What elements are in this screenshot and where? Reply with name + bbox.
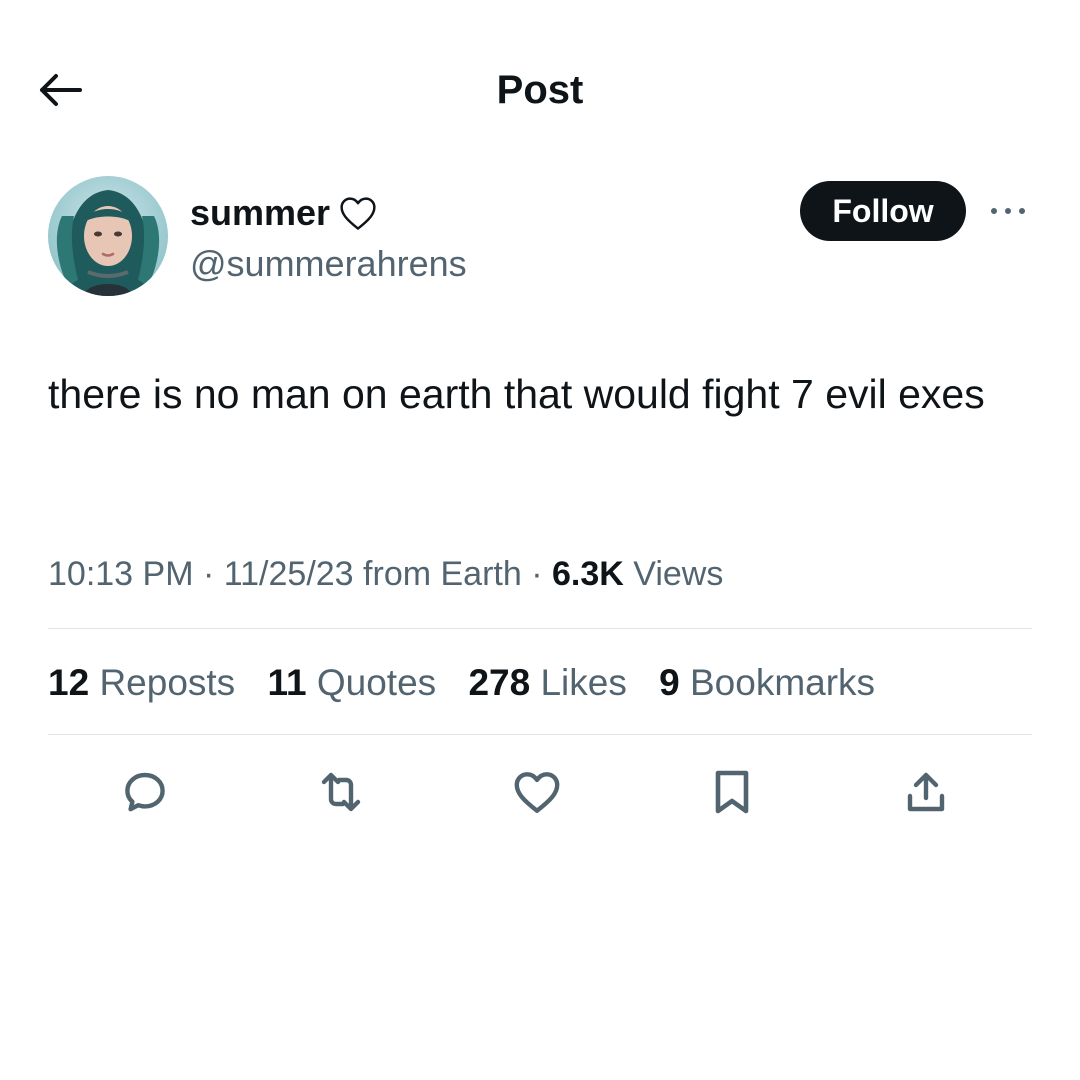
stat-count: 11 xyxy=(267,662,307,703)
repost-icon xyxy=(315,768,367,816)
stat-reposts[interactable]: 12 Reposts xyxy=(48,662,235,703)
follow-button[interactable]: Follow xyxy=(800,181,966,241)
more-options-button[interactable] xyxy=(986,196,1030,226)
bookmark-button[interactable] xyxy=(704,764,760,820)
heart-outline-icon xyxy=(338,195,378,231)
engagement-stats: 12 Reposts 11 Quotes 278 Likes 9 Bookmar… xyxy=(48,658,897,708)
stat-label: Bookmarks xyxy=(689,662,876,703)
share-icon xyxy=(902,768,950,816)
share-button[interactable] xyxy=(898,764,954,820)
stat-likes[interactable]: 278 Likes xyxy=(468,662,626,703)
author-name-row[interactable]: summer xyxy=(190,187,378,239)
more-horizontal-icon xyxy=(988,206,1028,216)
like-button[interactable] xyxy=(509,764,565,820)
stat-count: 12 xyxy=(48,662,90,703)
post-meta: 10:13 PM · 11/25/23 from Earth · 6.3K Vi… xyxy=(48,550,723,598)
post-date[interactable]: 11/25/23 xyxy=(224,555,354,593)
bookmark-icon xyxy=(712,768,752,816)
page-title: Post xyxy=(496,68,584,112)
post-location: from Earth xyxy=(363,555,522,593)
stat-label: Quotes xyxy=(316,662,437,703)
stat-quotes[interactable]: 11 Quotes xyxy=(267,662,436,703)
repost-button[interactable] xyxy=(313,764,369,820)
views-label: Views xyxy=(633,555,724,593)
post-time[interactable]: 10:13 PM xyxy=(48,555,194,593)
post-text: there is no man on earth that would figh… xyxy=(48,371,985,417)
stat-count: 278 xyxy=(468,662,531,703)
reply-button[interactable] xyxy=(117,764,173,820)
stat-label: Likes xyxy=(540,662,627,703)
divider xyxy=(48,734,1032,735)
stat-label: Reposts xyxy=(99,662,236,703)
author-display-name[interactable]: summer xyxy=(190,192,330,234)
heart-outline-icon xyxy=(512,769,562,815)
stat-bookmarks[interactable]: 9 Bookmarks xyxy=(659,662,875,703)
meta-separator: · xyxy=(531,555,543,593)
meta-separator: · xyxy=(202,555,215,593)
reply-icon xyxy=(121,768,169,816)
avatar[interactable] xyxy=(48,176,168,296)
divider xyxy=(48,628,1032,629)
author-handle[interactable]: @summerahrens xyxy=(190,238,467,290)
views-count: 6.3K xyxy=(552,555,624,593)
stat-count: 9 xyxy=(659,662,680,703)
